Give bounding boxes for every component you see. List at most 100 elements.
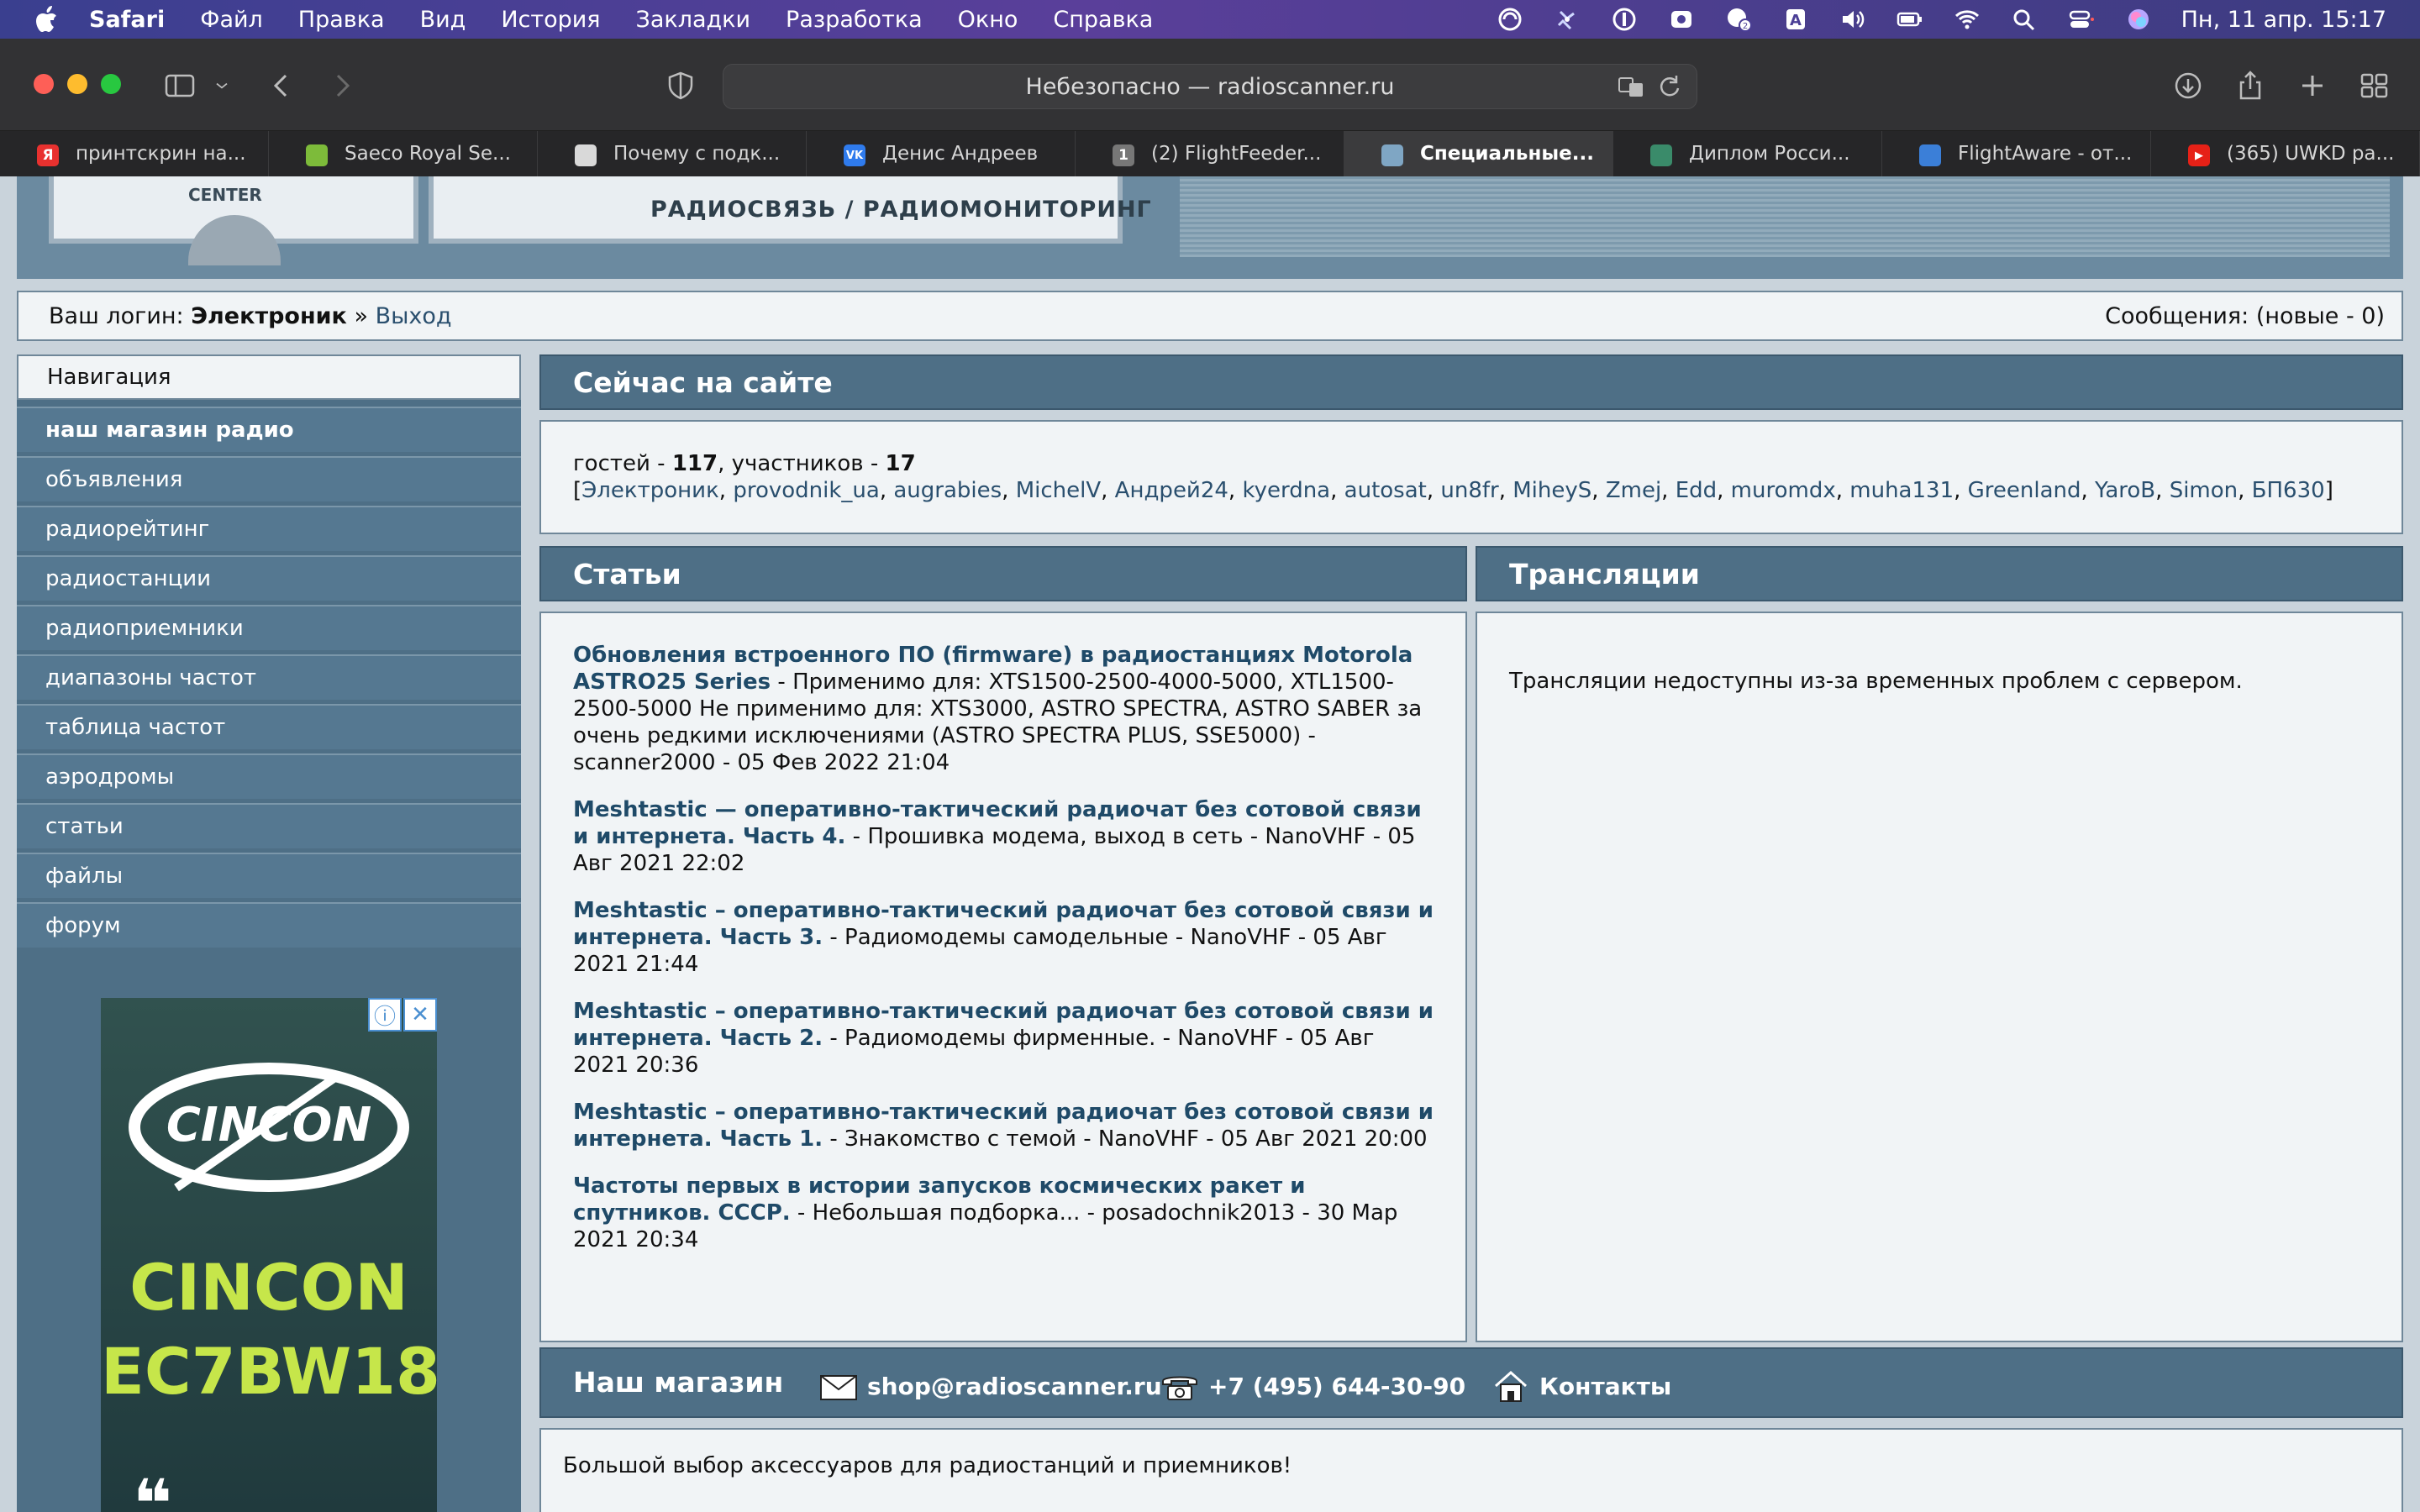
volume-icon[interactable] bbox=[1839, 7, 1867, 32]
online-user-link[interactable]: autosat bbox=[1344, 478, 1427, 503]
tab-flightfeeder[interactable]: 1 (2) FlightFeeder... bbox=[1076, 131, 1344, 176]
tab-radioscanner-active[interactable]: Специальные... bbox=[1344, 131, 1613, 176]
messages-link[interactable]: Сообщения: (новые - 0) bbox=[2105, 303, 2385, 329]
nav-item-ads[interactable]: объявления bbox=[17, 456, 521, 501]
sidebar-toggle-icon[interactable] bbox=[163, 69, 197, 102]
control-center-icon[interactable] bbox=[2067, 7, 2096, 32]
online-user-link[interactable]: MiheyS bbox=[1512, 478, 1591, 503]
streams-message: Трансляции недоступны из-за временных пр… bbox=[1509, 669, 2243, 694]
online-user-link[interactable]: YaroB bbox=[2095, 478, 2155, 503]
reload-icon[interactable] bbox=[1656, 73, 1683, 100]
ad-model-text: EC7BW18 bbox=[101, 1334, 437, 1409]
menu-edit[interactable]: Правка bbox=[298, 7, 385, 33]
wifi-icon[interactable] bbox=[1953, 7, 1981, 32]
tab-pochemu[interactable]: Почему с подк... bbox=[538, 131, 807, 176]
online-user-link[interactable]: Андрей24 bbox=[1115, 478, 1228, 503]
vpn-status-icon[interactable] bbox=[1496, 7, 1524, 32]
nav-item-forum[interactable]: форум bbox=[17, 902, 521, 948]
translate-icon[interactable] bbox=[1618, 73, 1644, 100]
site-banner: CENTER РАДИОСВЯЗЬ / РАДИОМОНИТОРИНГ bbox=[17, 176, 2403, 279]
input-source-icon[interactable]: A bbox=[1781, 7, 1810, 32]
site-logo[interactable]: РАДИОСВЯЗЬ / РАДИОМОНИТОРИНГ bbox=[429, 176, 1151, 244]
menu-develop[interactable]: Разработка bbox=[786, 7, 923, 33]
window-minimize-button[interactable] bbox=[67, 74, 87, 94]
satellite-icon[interactable] bbox=[1553, 7, 1581, 32]
tab-vk[interactable]: VK Денис Андреев bbox=[807, 131, 1076, 176]
nav-item-radiostations[interactable]: радиостанции bbox=[17, 555, 521, 601]
password-manager-icon[interactable] bbox=[1610, 7, 1639, 32]
online-user-link[interactable]: Zmej bbox=[1606, 478, 1661, 503]
online-user-link[interactable]: БП630 bbox=[2252, 478, 2325, 503]
nav-item-files[interactable]: файлы bbox=[17, 853, 521, 898]
members-label: , участников - bbox=[718, 451, 886, 476]
address-text: Небезопасно — radioscanner.ru bbox=[1025, 73, 1395, 100]
online-stats: гостей - 117, участников - 17 bbox=[573, 450, 2370, 477]
nav-item-shop[interactable]: наш магазин радио bbox=[17, 407, 521, 452]
nav-item-articles[interactable]: статьи bbox=[17, 803, 521, 848]
online-user-link[interactable]: Электроник bbox=[581, 478, 719, 503]
online-user-link[interactable]: MichelV bbox=[1016, 478, 1101, 503]
menu-window[interactable]: Окно bbox=[958, 7, 1018, 33]
tab-yandex[interactable]: Япринтскрин на... bbox=[0, 131, 269, 176]
shop-email-link[interactable]: shop@radioscanner.ru bbox=[818, 1369, 1162, 1403]
online-user-link[interactable]: kyerdna bbox=[1242, 478, 1330, 503]
apple-logo-icon[interactable] bbox=[34, 5, 59, 34]
online-user-link[interactable]: Greenland bbox=[1968, 478, 2081, 503]
menu-bookmarks[interactable]: Закладки bbox=[636, 7, 751, 33]
menu-app-safari[interactable]: Safari bbox=[89, 7, 165, 33]
online-user-link[interactable]: muha131 bbox=[1849, 478, 1954, 503]
online-user-link[interactable]: muromdx bbox=[1731, 478, 1836, 503]
tab-flightaware[interactable]: FlightAware - от... bbox=[1882, 131, 2151, 176]
shop-phone-link[interactable]: +7 (495) 644-30-90 bbox=[1160, 1369, 1465, 1403]
logout-link[interactable]: Выход bbox=[376, 303, 452, 329]
meter-label: CENTER bbox=[188, 185, 262, 205]
window-zoom-button[interactable] bbox=[101, 74, 121, 94]
siri-icon[interactable] bbox=[2124, 7, 2153, 32]
address-bar[interactable]: Небезопасно — radioscanner.ru bbox=[723, 64, 1697, 109]
online-user-link[interactable]: augrabies bbox=[893, 478, 1002, 503]
privacy-shield-icon[interactable] bbox=[664, 69, 697, 102]
nav-item-frequency-ranges[interactable]: диапазоны частот bbox=[17, 654, 521, 700]
login-username: Электроник bbox=[191, 302, 347, 329]
ad-info-icon[interactable]: ⓘ bbox=[368, 998, 402, 1032]
shop-description: Большой выбор аксессуаров для радиостанц… bbox=[563, 1453, 1292, 1478]
tab-diplom[interactable]: Диплом Росси... bbox=[1613, 131, 1882, 176]
tab-saeco[interactable]: Saeco Royal Se... bbox=[269, 131, 538, 176]
online-user-link[interactable]: un8fr bbox=[1440, 478, 1498, 503]
downloads-icon[interactable] bbox=[2171, 69, 2205, 102]
online-user-link[interactable]: Simon bbox=[2170, 478, 2238, 503]
yandex-favicon-icon: Я bbox=[37, 144, 59, 166]
back-button[interactable] bbox=[266, 69, 299, 102]
new-tab-icon[interactable] bbox=[2296, 69, 2329, 102]
satellite-favicon-icon bbox=[1650, 144, 1672, 166]
chevron-down-icon[interactable] bbox=[212, 69, 232, 102]
menu-help[interactable]: Справка bbox=[1053, 7, 1153, 33]
spotlight-search-icon[interactable] bbox=[2010, 7, 2039, 32]
menubar-clock[interactable]: Пн, 11 апр. 15:17 bbox=[2181, 7, 2386, 33]
home-icon bbox=[1495, 1370, 1527, 1402]
window-close-button[interactable] bbox=[34, 74, 54, 94]
banner-stripes bbox=[1180, 176, 2390, 257]
share-icon[interactable] bbox=[2233, 69, 2267, 102]
sidebar: Навигация наш магазин радио объявления р… bbox=[17, 354, 521, 1512]
ad-close-icon[interactable]: ✕ bbox=[403, 998, 437, 1032]
battery-icon[interactable] bbox=[1896, 7, 1924, 32]
camera-app-icon[interactable] bbox=[1667, 7, 1696, 32]
online-user-link[interactable]: provodnik_ua bbox=[733, 478, 880, 503]
tab-youtube[interactable]: ▶ (365) UWKD ра... bbox=[2151, 131, 2420, 176]
nav-item-airfields[interactable]: аэродромы bbox=[17, 753, 521, 799]
online-user-link[interactable]: Edd bbox=[1676, 478, 1717, 503]
menu-history[interactable]: История bbox=[501, 7, 600, 33]
nav-item-frequency-table[interactable]: таблица частот bbox=[17, 704, 521, 749]
advertisement-banner[interactable]: ⓘ ✕ CINCON CINCON EC7BW18 ❝ bbox=[101, 998, 437, 1512]
articles-panel-body: Обновления встроенного ПО (firmware) в р… bbox=[539, 612, 1467, 1342]
menu-view[interactable]: Вид bbox=[420, 7, 466, 33]
notifications-badge-icon[interactable]: 2 bbox=[1724, 7, 1753, 32]
nav-item-rating[interactable]: радиорейтинг bbox=[17, 506, 521, 551]
article-desc: - Знакомство с темой - NanoVHF - 05 Авг … bbox=[823, 1126, 1428, 1152]
shop-contacts-link[interactable]: Контакты bbox=[1491, 1369, 1671, 1403]
tab-overview-icon[interactable] bbox=[2358, 69, 2391, 102]
menu-file[interactable]: Файл bbox=[200, 7, 263, 33]
nav-item-receivers[interactable]: радиоприемники bbox=[17, 605, 521, 650]
forward-button[interactable] bbox=[324, 69, 358, 102]
